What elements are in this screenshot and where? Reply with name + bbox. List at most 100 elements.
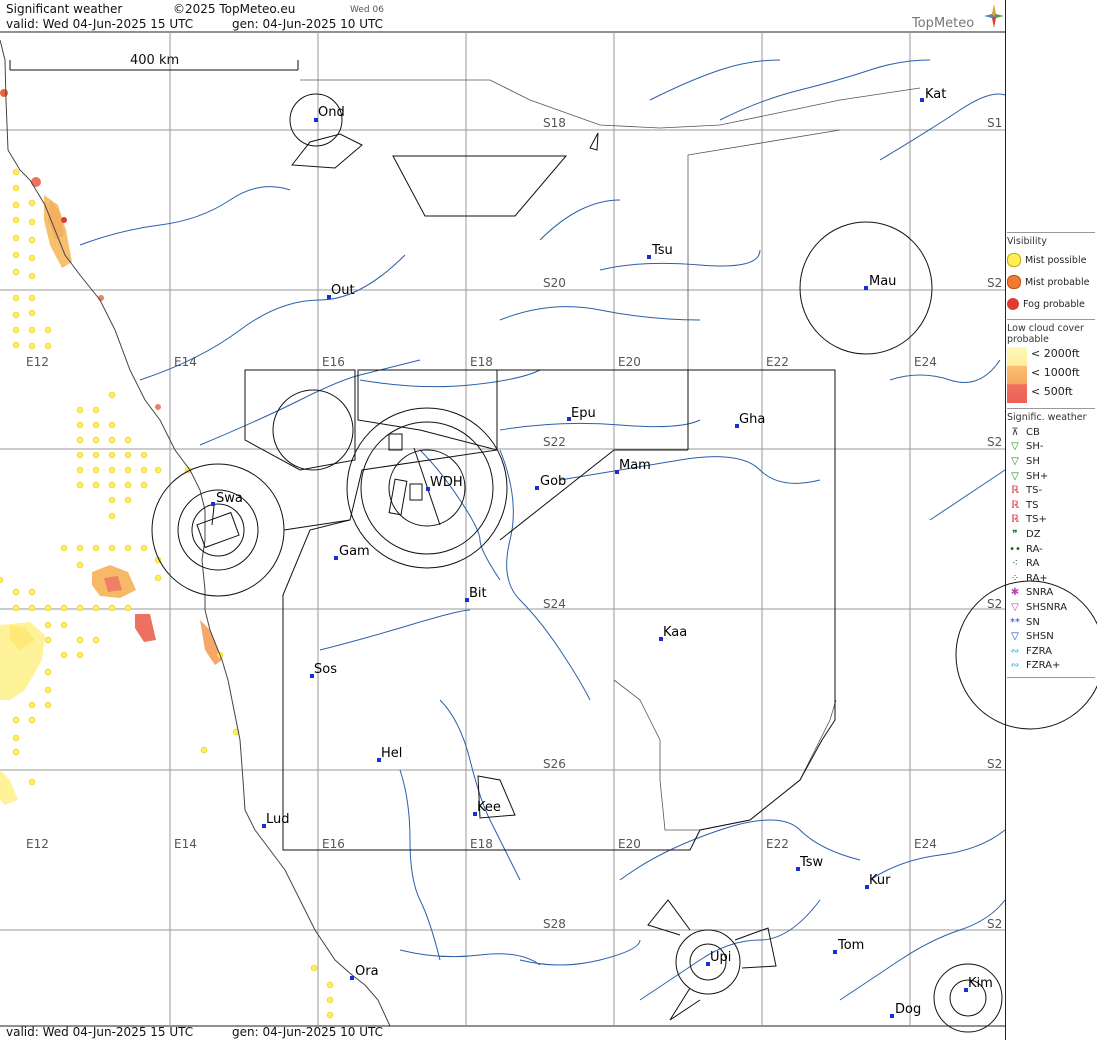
legend-label: SNRA	[1026, 587, 1054, 599]
city-label-lud[interactable]: Lud	[266, 812, 290, 827]
legend-label: FZRA+	[1026, 660, 1061, 672]
city-label-ond[interactable]: Ond	[318, 105, 345, 120]
footer-valid-time: valid: Wed 04-Jun-2025 15 UTC	[6, 1025, 194, 1039]
legend-label: SH+	[1026, 470, 1049, 482]
legend-item-rain: ⁖ RA	[1007, 556, 1095, 571]
legend-label: DZ	[1026, 528, 1041, 540]
low-cloud-legend: Low cloud cover probable < 2000ft < 1000…	[1007, 319, 1095, 404]
city-label-mam[interactable]: Mam	[619, 458, 651, 473]
legend-item-thunder-light: ℝ TS-	[1007, 483, 1095, 498]
city-label-gob[interactable]: Gob	[540, 474, 566, 489]
low-cloud-label: < 500ft	[1031, 385, 1073, 398]
mist-probable-icon	[1007, 275, 1021, 289]
legend-label: RA+	[1026, 572, 1048, 584]
map-canvas[interactable]: 400 km E12 E14 E16 E18 E20 E22 E24 E12 E…	[0, 0, 1097, 1040]
city-label-ora[interactable]: Ora	[355, 964, 379, 979]
lat-label-edge: S2	[987, 435, 1002, 449]
city-label-tsu[interactable]: Tsu	[651, 243, 673, 258]
lat-labels: S18 S20 S22 S24 S26 S28 S1 S2 S2 S2 S2 S…	[543, 116, 1002, 931]
legend-item-freezing-rain-heavy: ∾ FZRA+	[1007, 659, 1095, 674]
scale-bar-label: 400 km	[130, 53, 179, 68]
legend-item-drizzle: ❞ DZ	[1007, 527, 1095, 542]
sigwx-title: Signific. weather	[1007, 412, 1087, 423]
drizzle-icon: ❞	[1012, 528, 1018, 540]
legend-label: Mist possible	[1025, 254, 1087, 266]
legend-label: SH-	[1026, 441, 1044, 453]
rivers	[79, 59, 1006, 1001]
lon-label: E14	[174, 837, 197, 851]
mist-dots	[0, 168, 334, 1019]
rain-light-icon: ••	[1009, 543, 1021, 555]
city-label-bit[interactable]: Bit	[469, 586, 487, 601]
city-label-wdh[interactable]: WDH	[430, 475, 463, 490]
freezing-rain-heavy-icon: ∾	[1010, 660, 1020, 672]
mist-fog-areas	[0, 89, 222, 805]
city-label-kaa[interactable]: Kaa	[663, 625, 687, 640]
legend-label: TS	[1026, 499, 1039, 511]
lat-label: S20	[543, 276, 566, 290]
footer-generated-time: gen: 04-Jun-2025 10 UTC	[232, 1025, 384, 1039]
snow-icon: **	[1010, 616, 1020, 628]
legend-label: SHSNRA	[1026, 601, 1068, 613]
lat-label-edge: S2	[987, 597, 1002, 611]
legend-item-snow: ** SN	[1007, 615, 1095, 630]
city-label-kee[interactable]: Kee	[477, 800, 501, 815]
cb-icon: ⊼	[1011, 426, 1019, 438]
city-label-epu[interactable]: Epu	[571, 406, 596, 421]
lon-label: E22	[766, 355, 789, 369]
city-label-sos[interactable]: Sos	[314, 662, 337, 677]
lon-label: E20	[618, 355, 641, 369]
mist-possible-icon	[1007, 253, 1021, 267]
city-label-kur[interactable]: Kur	[869, 873, 891, 888]
legend-label: FZRA	[1026, 645, 1052, 657]
legend-label: TS-	[1026, 485, 1043, 497]
legend-item-shower: ▽ SH	[1007, 454, 1095, 469]
coastline	[0, 39, 391, 1027]
city-label-kim[interactable]: Kim	[968, 976, 993, 991]
city-label-upi[interactable]: Upi	[710, 950, 731, 965]
freezing-rain-icon: ∾	[1010, 645, 1020, 657]
city-label-mau[interactable]: Mau	[869, 274, 896, 289]
lat-label-edge: S2	[987, 276, 1002, 290]
lon-label: E24	[914, 837, 937, 851]
city-label-swa[interactable]: Swa	[216, 491, 243, 506]
legend-item-rain-heavy: ⁘ RA+	[1007, 571, 1095, 586]
borders	[300, 79, 921, 831]
lon-labels-bottom: E12 E14 E16 E18 E20 E22 E24	[26, 837, 937, 851]
city-label-tom[interactable]: Tom	[837, 938, 864, 953]
lon-labels-top: E12 E14 E16 E18 E20 E22 E24	[26, 355, 937, 369]
lat-label-edge: S2	[987, 917, 1002, 931]
lat-label: S24	[543, 597, 566, 611]
thunder-light-icon: ℝ	[1011, 485, 1019, 497]
city-label-gha[interactable]: Gha	[739, 412, 765, 427]
shower-snow-icon: ▽	[1011, 631, 1019, 643]
legend-label: RA	[1026, 558, 1040, 570]
lon-label: E12	[26, 837, 49, 851]
city-label-kat[interactable]: Kat	[925, 87, 946, 102]
visibility-legend: Visibility Mist possible Mist probable F…	[1007, 232, 1095, 315]
legend-label: RA-	[1026, 543, 1043, 555]
city-label-hel[interactable]: Hel	[381, 746, 402, 761]
shower-icon: ▽	[1011, 455, 1019, 467]
lat-label: S28	[543, 917, 566, 931]
legend-label: CB	[1026, 426, 1040, 438]
legend-item-shower-snow: ▽ SHSN	[1007, 629, 1095, 644]
aerodrome-zones	[151, 93, 1097, 1033]
city-labels: Ond Kat Tsu Mau Out Epu Gha Mam Gob WDH …	[216, 87, 993, 1017]
city-label-gam[interactable]: Gam	[339, 544, 370, 559]
legend-item-thunder-heavy: ℝ TS+	[1007, 513, 1095, 528]
lon-label: E16	[322, 355, 345, 369]
city-label-dog[interactable]: Dog	[895, 1002, 921, 1017]
lon-label: E18	[470, 837, 493, 851]
sigwx-legend: Signific. weather ⊼ CB ▽ SH- ▽ SH ▽ SH+ ℝ TS- ℝ TS ℝ…	[1007, 408, 1095, 673]
legend-item-snow-rain: ✱ SNRA	[1007, 586, 1095, 601]
legend-label: TS+	[1026, 514, 1047, 526]
low-cloud-label: < 2000ft	[1031, 347, 1080, 360]
visibility-title: Visibility	[1007, 236, 1047, 247]
city-label-tsw[interactable]: Tsw	[799, 855, 824, 870]
city-label-out[interactable]: Out	[331, 283, 355, 298]
lon-label: E18	[470, 355, 493, 369]
lat-label-edge: S1	[987, 116, 1002, 130]
lat-label: S22	[543, 435, 566, 449]
legend-item-fog-probable: Fog probable	[1007, 293, 1095, 315]
